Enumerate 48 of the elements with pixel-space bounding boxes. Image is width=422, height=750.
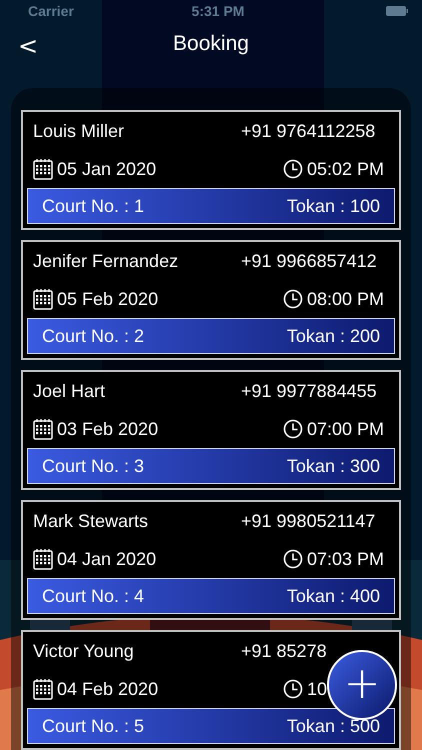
booking-date: 03 Feb 2020: [57, 418, 158, 440]
booking-time: 07:00 PM: [307, 418, 384, 440]
token-label: Tokan : 200: [286, 326, 380, 346]
phone-number: +91 9980521147: [241, 510, 376, 532]
screen-title: Booking: [173, 32, 249, 56]
status-time: 5:31 PM: [192, 3, 244, 19]
token-label: Tokan : 300: [286, 456, 380, 476]
phone-number: +91 9977884455: [241, 380, 377, 402]
customer-name: Louis Miller: [33, 120, 124, 142]
token-label: Tokan : 400: [286, 586, 380, 606]
calendar-icon: [33, 288, 53, 310]
booking-time: 10: [307, 678, 328, 700]
calendar-icon: [33, 418, 53, 440]
battery-icon: [386, 6, 408, 16]
calendar-icon: [33, 548, 53, 570]
clock-icon: [283, 289, 303, 309]
court-number: Court No. : 1: [42, 196, 144, 216]
phone-number: +91 9764112258: [241, 120, 376, 142]
calendar-icon: [33, 678, 53, 700]
clock-icon: [283, 549, 303, 569]
booking-card[interactable]: Jenifer Fernandez +91 9966857412 05 Feb 2020 08:00 PM Court No. : 2 Tokan : 200: [21, 240, 401, 360]
phone-number: +91 85278: [241, 640, 327, 662]
booking-date: 04 Jan 2020: [57, 548, 156, 570]
booking-date: 05 Feb 2020: [57, 288, 158, 310]
clock-icon: [283, 159, 303, 179]
carrier-label: Carrier: [28, 3, 74, 19]
customer-name: Mark Stewarts: [33, 510, 148, 532]
booking-card[interactable]: Joel Hart +91 9977884455 03 Feb 2020 07:00 PM Court No. : 3 Tokan : 300: [21, 370, 401, 490]
booking-time: 08:00 PM: [307, 288, 384, 310]
clock-icon: [283, 419, 303, 439]
court-number: Court No. : 2: [42, 326, 144, 346]
court-number: Court No. : 3: [42, 456, 144, 476]
booking-card[interactable]: Louis Miller +91 9764112258 05 Jan 2020 05:02 PM Court No. : 1 Tokan : 100: [21, 110, 401, 230]
token-label: Tokan : 100: [286, 196, 380, 216]
customer-name: Jenifer Fernandez: [33, 250, 178, 272]
calendar-icon: [33, 158, 53, 180]
booking-card[interactable]: Mark Stewarts +91 9980521147 04 Jan 2020 07:03 PM Court No. : 4 Tokan : 400: [21, 500, 401, 620]
customer-name: Joel Hart: [33, 380, 106, 402]
court-number: Court No. : 5: [42, 716, 144, 736]
booking-date: 05 Jan 2020: [57, 158, 156, 180]
phone-number: +91 9966857412: [241, 250, 377, 272]
booking-date: 04 Feb 2020: [57, 678, 158, 700]
clock-icon: [283, 679, 303, 699]
booking-time: 05:02 PM: [307, 158, 384, 180]
customer-name: Victor Young: [33, 640, 134, 662]
court-number: Court No. : 4: [42, 586, 144, 606]
back-button[interactable]: <: [14, 30, 42, 62]
booking-time: 07:03 PM: [307, 548, 384, 570]
